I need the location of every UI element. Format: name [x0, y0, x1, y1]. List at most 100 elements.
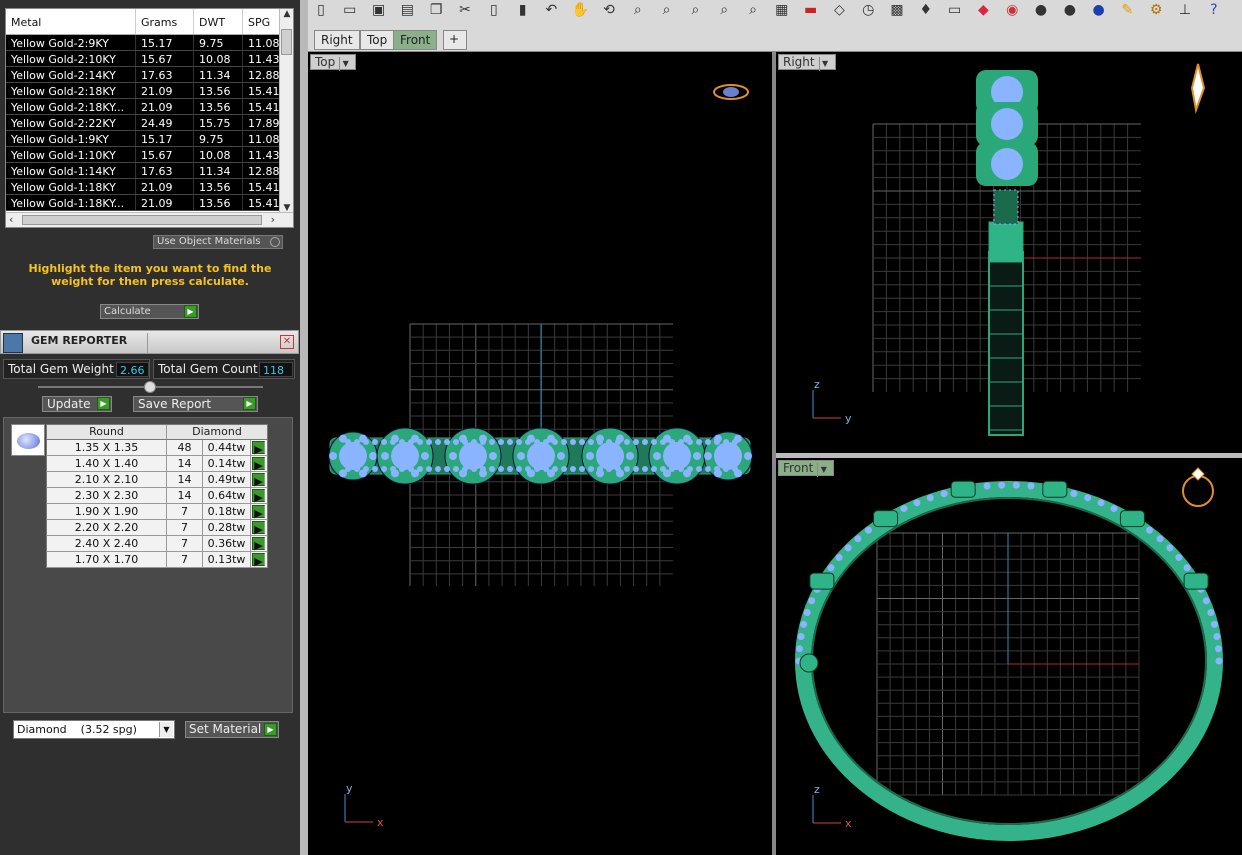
zoom-extents-icon[interactable]: ⌕ [686, 1, 704, 19]
tab-front[interactable]: Front [393, 30, 438, 50]
chevron-down-icon[interactable]: ▼ [159, 722, 173, 737]
set-material-button[interactable]: Set Material ▶ [185, 721, 279, 738]
viewport-right[interactable]: zy Right ▼ [776, 52, 1242, 453]
update-button[interactable]: Update ▶ [42, 396, 112, 412]
undo-icon[interactable]: ↶ [542, 1, 560, 19]
zoom-dynamic-icon[interactable]: ⌕ [744, 1, 762, 19]
table-row[interactable]: Yellow Gold-1:9KY 15.17 9.75 11.08 [6, 131, 281, 147]
play-arrow-icon[interactable]: ▶ [252, 505, 265, 520]
plane-icon[interactable]: ◇ [830, 1, 848, 19]
calculate-button[interactable]: Calculate ▶ [100, 304, 199, 319]
play-arrow-icon[interactable]: ▶ [252, 489, 265, 504]
pencil-icon[interactable]: ✎ [1118, 1, 1136, 19]
viewport-front[interactable]: zx Front ▼ [776, 458, 1242, 855]
col-grams[interactable]: Grams [136, 9, 194, 34]
clock-icon[interactable]: ◷ [859, 1, 877, 19]
vertical-scrollbar[interactable]: ▲ ▼ [279, 9, 293, 213]
tab-right[interactable]: Right [314, 30, 360, 50]
play-arrow-icon[interactable]: ▶ [252, 457, 265, 472]
horizontal-scrollbar[interactable]: ‹ › [6, 212, 293, 227]
table-row[interactable]: Yellow Gold-2:18KY... 21.09 13.56 15.41 [6, 99, 281, 115]
scroll-right-icon[interactable]: › [271, 213, 275, 226]
open-folder-icon[interactable]: ▭ [341, 1, 359, 19]
play-arrow-icon[interactable]: ▶ [264, 723, 277, 736]
top-view-canvas[interactable]: yx [308, 52, 772, 855]
viewport-top[interactable]: yx Top ▼ [308, 52, 772, 855]
new-file-icon[interactable]: ▯ [312, 1, 330, 19]
zoom-window-icon[interactable]: ⌕ [658, 1, 676, 19]
col-dwt[interactable]: DWT [194, 9, 243, 34]
table-row[interactable]: Yellow Gold-1:18KY 21.09 13.56 15.41 [6, 179, 281, 195]
sphere-shiny-icon[interactable]: ● [1061, 1, 1079, 19]
play-arrow-icon[interactable]: ▶ [97, 397, 110, 410]
table-row[interactable]: Yellow Gold-1:14KY 17.63 11.34 12.88 [6, 163, 281, 179]
car-icon[interactable]: ▬ [802, 1, 820, 19]
table-row[interactable]: Yellow Gold-2:22KY 24.49 15.75 17.89 [6, 115, 281, 131]
gem-row[interactable]: 2.30 X 2.30 14 0.64tw ▶ [46, 488, 268, 504]
viewport-top-label[interactable]: Top ▼ [310, 54, 357, 71]
play-arrow-icon[interactable]: ▶ [252, 473, 265, 488]
layer-icon[interactable]: ◆ [974, 1, 992, 19]
grid-snap-icon[interactable]: ▩ [888, 1, 906, 19]
lock-icon[interactable]: ▭ [946, 1, 964, 19]
play-arrow-icon[interactable]: ▶ [252, 441, 265, 456]
play-arrow-icon[interactable]: ▶ [252, 553, 265, 568]
scroll-left-icon[interactable]: ‹ [9, 213, 13, 226]
play-arrow-icon[interactable]: ▶ [252, 537, 265, 552]
scroll-thumb[interactable] [281, 29, 292, 55]
sphere-gray-icon[interactable]: ● [1032, 1, 1050, 19]
gem-row[interactable]: 2.10 X 2.10 14 0.49tw ▶ [46, 472, 268, 488]
pan-hand-icon[interactable]: ✋ [571, 1, 589, 19]
col-spg[interactable]: SPG [243, 9, 281, 34]
table-row[interactable]: Yellow Gold-1:10KY 15.67 10.08 11.43 [6, 147, 281, 163]
table-row[interactable]: Yellow Gold-2:18KY 21.09 13.56 15.41 [6, 83, 281, 99]
gem-row[interactable]: 1.70 X 1.70 7 0.13tw ▶ [46, 552, 268, 568]
zoom-icon[interactable]: ⌕ [629, 1, 647, 19]
gem-row[interactable]: 2.20 X 2.20 7 0.28tw ▶ [46, 520, 268, 536]
col-metal[interactable]: Metal [6, 9, 136, 34]
viewport-front-label[interactable]: Front ▼ [778, 460, 835, 477]
viewport-right-label[interactable]: Right ▼ [778, 54, 836, 71]
gem-row[interactable]: 1.90 X 1.90 7 0.18tw ▶ [46, 504, 268, 520]
right-view-canvas[interactable]: zy [776, 52, 1242, 453]
table-row[interactable]: Yellow Gold-2:10KY 15.67 10.08 11.43 [6, 51, 281, 67]
table-row[interactable]: Yellow Gold-2:9KY 15.17 9.75 11.08 [6, 35, 281, 51]
light-bulb-icon[interactable]: ♦ [917, 1, 935, 19]
front-view-canvas[interactable]: zx [776, 458, 1242, 855]
panel-size-slider[interactable] [38, 381, 263, 393]
play-arrow-icon[interactable]: ▶ [252, 521, 265, 536]
table-row[interactable]: Yellow Gold-2:14KY 17.63 11.34 12.88 [6, 67, 281, 83]
add-tab-icon[interactable]: + [443, 30, 467, 50]
use-object-materials-toggle[interactable]: Use Object Materials [153, 235, 283, 249]
scroll-thumb-h[interactable] [22, 215, 262, 225]
gem-row[interactable]: 1.35 X 1.35 48 0.44tw ▶ [46, 440, 268, 456]
paste-icon[interactable]: ▯ [485, 1, 503, 19]
cut-icon[interactable]: ✂ [456, 1, 474, 19]
scroll-up-icon[interactable]: ▲ [280, 9, 293, 19]
gem-row[interactable]: 1.40 X 1.40 14 0.14tw ▶ [46, 456, 268, 472]
zoom-selected-icon[interactable]: ⌕ [715, 1, 733, 19]
radio-icon[interactable] [270, 237, 280, 247]
color-wheel-icon[interactable]: ◉ [1003, 1, 1021, 19]
save-icon[interactable]: ▣ [370, 1, 388, 19]
table-row[interactable]: Yellow Gold-1:18KY... 21.09 13.56 15.41 [6, 195, 281, 211]
slider-knob[interactable] [144, 381, 156, 393]
chevron-down-icon[interactable]: ▼ [818, 57, 831, 71]
round-diamond-icon[interactable] [11, 424, 45, 456]
chevron-down-icon[interactable]: ▼ [339, 57, 351, 71]
gear-icon[interactable]: ⚙ [1147, 1, 1165, 19]
tab-top[interactable]: Top [360, 30, 395, 50]
panel-splitter[interactable] [300, 0, 308, 855]
save-report-button[interactable]: Save Report ▶ [133, 396, 258, 412]
copy-icon[interactable]: ❐ [427, 1, 445, 19]
sphere-blue-icon[interactable]: ● [1090, 1, 1108, 19]
gem-row[interactable]: 2.40 X 2.40 7 0.36tw ▶ [46, 536, 268, 552]
four-viewports-icon[interactable]: ▦ [773, 1, 791, 19]
help-icon[interactable]: ? [1205, 1, 1223, 19]
play-arrow-icon[interactable]: ▶ [184, 305, 197, 318]
rotate-icon[interactable]: ⟲ [600, 1, 618, 19]
material-select[interactable]: Diamond (3.52 spg) ▼ [13, 720, 175, 739]
clipboard-icon[interactable]: ▮ [514, 1, 532, 19]
chevron-down-icon[interactable]: ▼ [817, 463, 829, 477]
play-arrow-icon[interactable]: ▶ [243, 397, 256, 410]
